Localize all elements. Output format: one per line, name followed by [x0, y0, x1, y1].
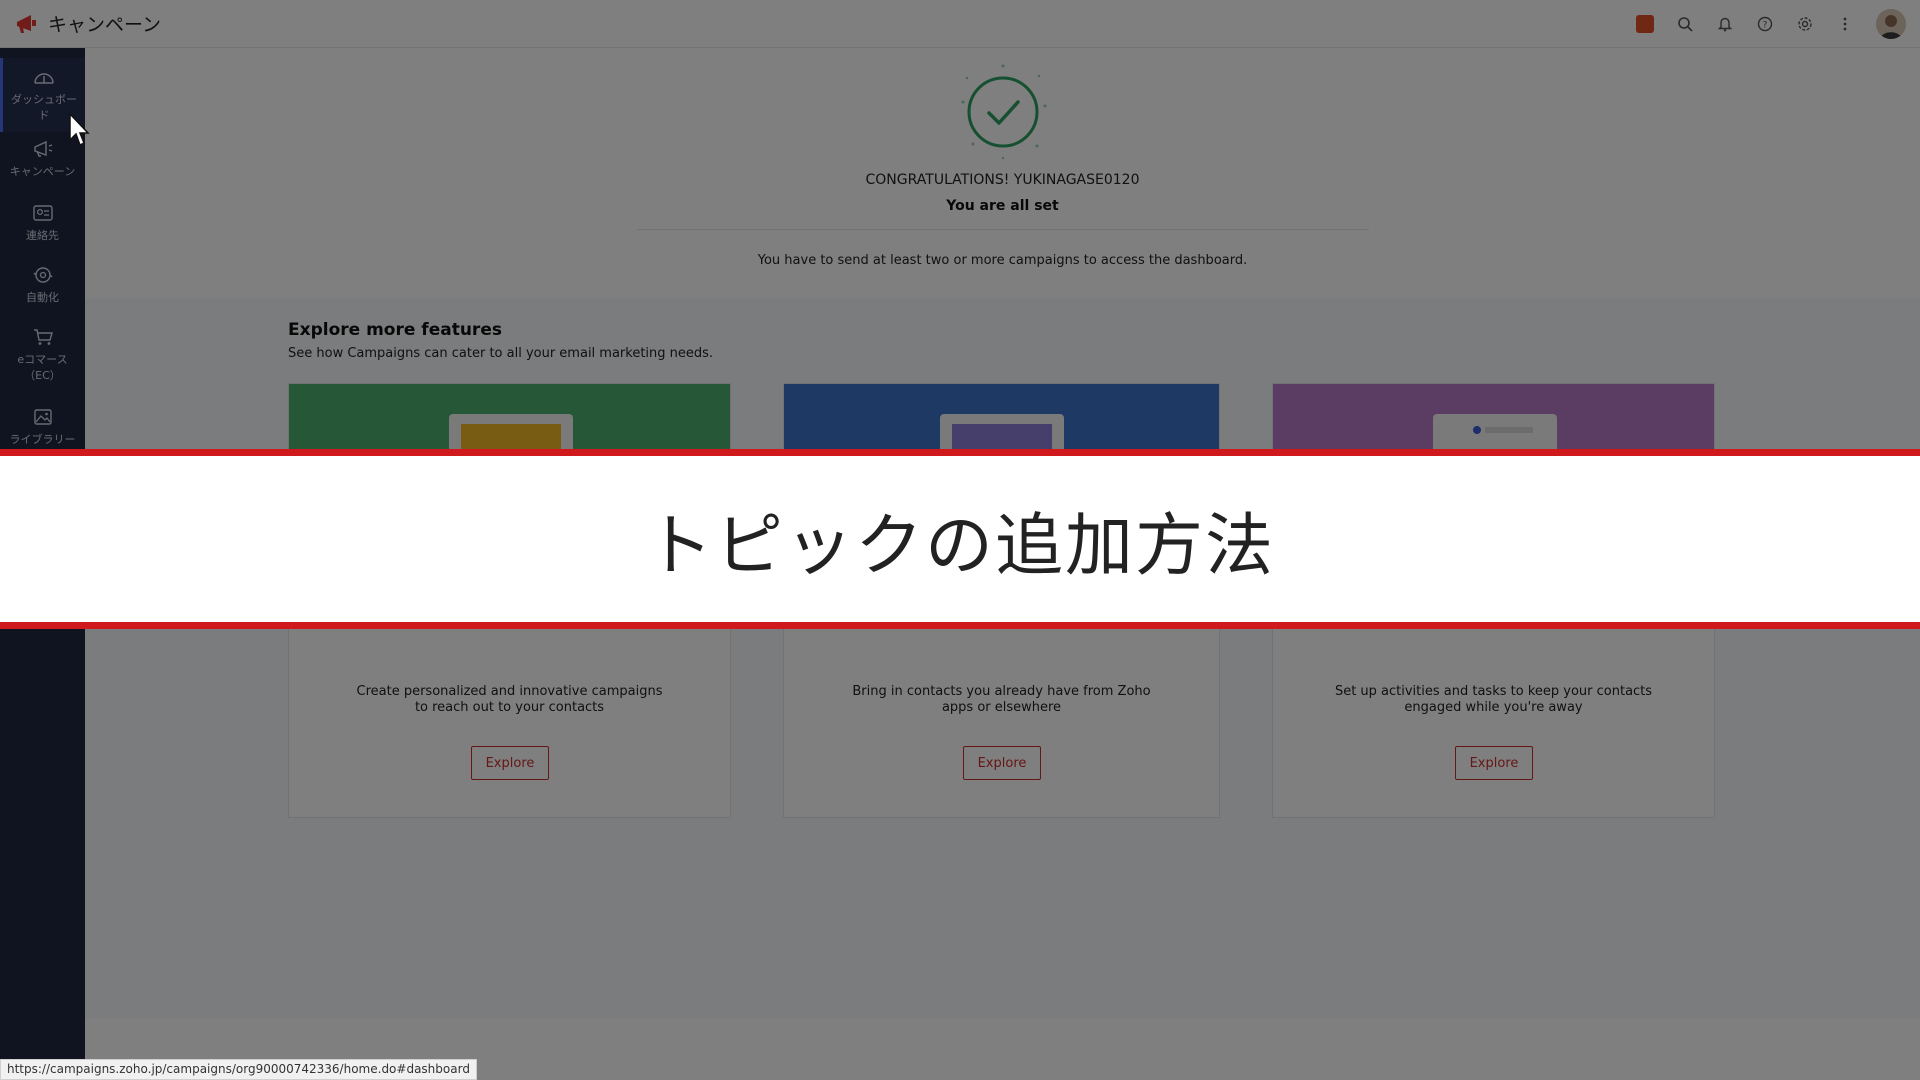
status-bar-url: https://campaigns.zoho.jp/campaigns/org9… — [0, 1059, 477, 1080]
explore-button[interactable]: Explore — [471, 746, 549, 780]
sidebar-item-label: キャンペーン — [9, 165, 76, 178]
campaigns-logo-icon — [17, 14, 36, 33]
divider — [637, 229, 1369, 230]
gear-icon[interactable] — [1796, 15, 1814, 33]
top-bar: キャンペーン ? — [0, 0, 1920, 48]
congrats-heading: CONGRATULATIONS! YUKINAGASE0120 — [865, 172, 1140, 188]
upgrade-icon[interactable] — [1636, 15, 1654, 33]
explore-button[interactable]: Explore — [1455, 746, 1533, 780]
more-icon[interactable] — [1836, 15, 1854, 33]
library-icon — [33, 409, 52, 425]
success-section: CONGRATULATIONS! YUKINAGASE0120 You are … — [85, 48, 1920, 298]
all-set-text: You are all set — [946, 198, 1059, 214]
svg-text:?: ? — [1763, 21, 1768, 31]
app-title: キャンペーン — [48, 14, 162, 36]
brand[interactable]: キャンペーン — [0, 10, 161, 37]
contacts-icon — [32, 205, 53, 221]
bell-icon[interactable] — [1716, 15, 1734, 33]
title-banner: トピックの追加方法 — [0, 449, 1920, 629]
explore-subtitle: See how Campaigns can cater to all your … — [288, 346, 714, 361]
megaphone-icon — [33, 140, 52, 157]
dashboard-icon — [34, 73, 54, 84]
sidebar-item-ecommerce[interactable]: eコマース（EC） — [0, 328, 85, 400]
dashboard-access-message: You have to send at least two or more ca… — [757, 253, 1248, 268]
sidebar-item-label: 連絡先 — [26, 229, 59, 242]
feature-card-description: Create personalized and innovative campa… — [356, 684, 663, 715]
sidebar-item-label: eコマース（EC） — [17, 353, 68, 382]
sidebar-item-campaigns[interactable]: キャンペーン — [0, 140, 85, 196]
sidebar-item-contacts[interactable]: 連絡先 — [0, 204, 85, 260]
sidebar-item-label: 自動化 — [26, 291, 59, 304]
cart-icon — [33, 329, 53, 345]
help-icon[interactable]: ? — [1756, 15, 1774, 33]
sidebar-item-automation[interactable]: 自動化 — [0, 266, 85, 322]
sidebar-item-label: ライブラリー — [9, 433, 76, 446]
explore-button[interactable]: Explore — [963, 746, 1041, 780]
banner-title: トピックの追加方法 — [644, 506, 1275, 586]
mouse-cursor-icon — [69, 112, 90, 147]
search-icon[interactable] — [1676, 15, 1694, 33]
feature-card-description: Set up activities and tasks to keep your… — [1334, 684, 1653, 715]
avatar[interactable] — [1876, 9, 1906, 39]
success-check-icon — [961, 64, 1047, 160]
top-actions: ? — [1636, 0, 1906, 48]
feature-card-description: Bring in contacts you already have from … — [852, 684, 1151, 715]
automation-icon — [33, 267, 52, 283]
explore-title: Explore more features — [288, 320, 502, 340]
